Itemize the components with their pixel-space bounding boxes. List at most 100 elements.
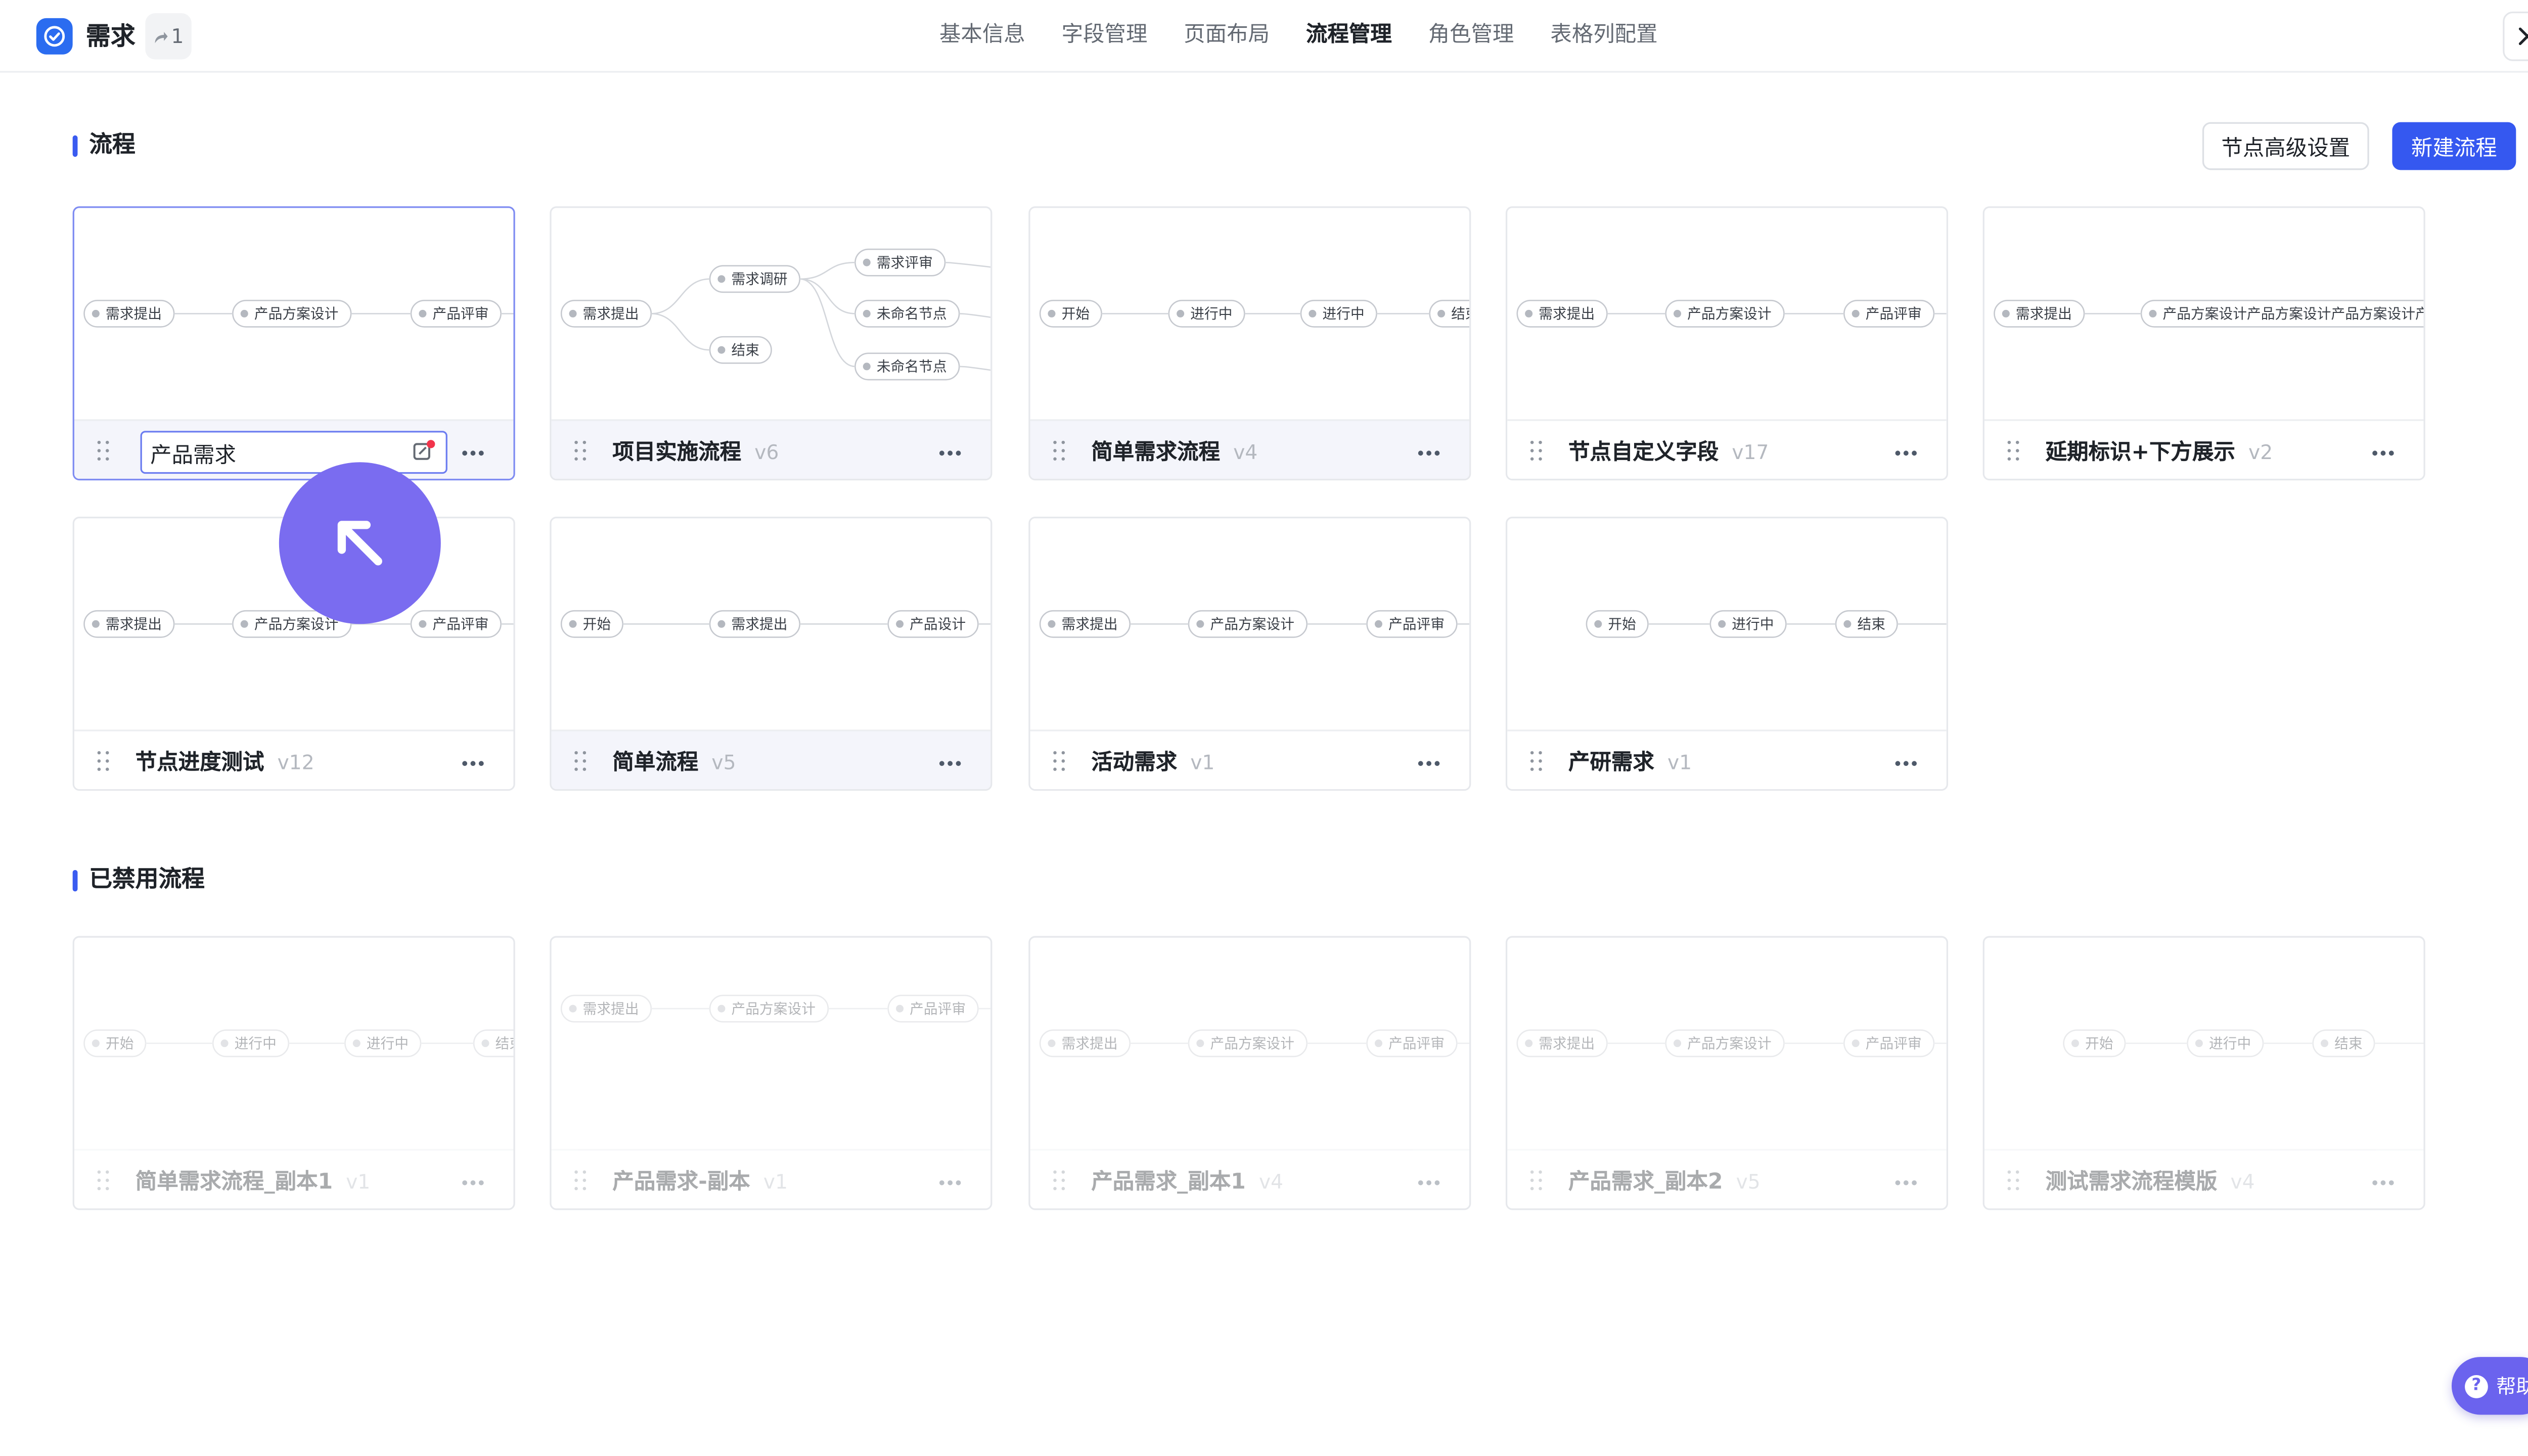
flow-node-label: 产品评审 — [910, 1000, 966, 1017]
flow-card[interactable]: 需求提出 产品方案设计 产品评审 活动需求 v1 — [1028, 517, 1471, 791]
flow-node: 进行中 — [344, 1029, 422, 1058]
ai-edit-icon[interactable] — [413, 439, 436, 463]
flow-version: v4 — [2230, 1170, 2255, 1194]
more-horizontal-icon[interactable] — [939, 1180, 961, 1186]
more-horizontal-icon[interactable] — [1895, 450, 1917, 456]
flow-node: 需求提出 — [709, 610, 801, 638]
flow-name-text: 项目实施流程 — [612, 440, 742, 466]
flow-card[interactable]: 需求提出 产品方案设计产品方案设计产品方案设计产延期标识+下方展示 v2 — [1982, 206, 2425, 481]
flow-name: 节点自定义字段 v17 — [1568, 437, 1769, 469]
flow-node: 产品方案设计 — [232, 299, 352, 328]
drag-handle-icon[interactable] — [1530, 751, 1544, 775]
flow-node: 需求提出 — [1516, 299, 1608, 328]
more-horizontal-icon[interactable] — [1895, 1180, 1917, 1186]
more-horizontal-icon[interactable] — [462, 1180, 484, 1186]
question-circle-icon: ? — [2465, 1374, 2488, 1398]
flow-card[interactable]: 需求提出 需求调研 结束 需求评审 未命名节点 未命名节点 项目实施流程 v6 — [550, 206, 992, 481]
drag-handle-icon[interactable] — [2007, 440, 2021, 464]
more-horizontal-icon[interactable] — [462, 450, 484, 456]
drag-handle-icon[interactable] — [574, 440, 588, 464]
flow-node-label: 开始 — [1608, 616, 1636, 632]
flow-node: 进行中 — [1300, 299, 1377, 328]
top-bar: 需求 1 基本信息 字段管理 页面布局 流程管理 角色管理 表格列配置 — [0, 0, 2528, 73]
drag-handle-icon[interactable] — [1530, 440, 1544, 464]
tab-role-management[interactable]: 角色管理 — [1428, 0, 1514, 73]
flow-preview: 开始 需求提出 产品设计 — [552, 518, 991, 730]
drag-handle-icon[interactable] — [97, 1170, 111, 1194]
flow-card[interactable]: 开始 需求提出 产品设计 简单流程 v5 — [550, 517, 992, 791]
new-flow-button[interactable]: 新建流程 — [2392, 122, 2516, 170]
flow-name: 延期标识+下方展示 v2 — [2046, 437, 2273, 469]
drag-handle-icon[interactable] — [97, 440, 111, 464]
flow-node-label: 需求提出 — [106, 305, 162, 322]
flow-node: 产品方案设计 — [1665, 1029, 1785, 1058]
flow-card[interactable]: 开始 进行中 结束 产研需求 v1 — [1505, 517, 1949, 791]
close-button[interactable] — [2503, 11, 2528, 61]
flow-node: 产品评审 — [410, 299, 502, 328]
flow-diagram: 需求提出 产品方案设计 产品评审 — [560, 994, 991, 1023]
flow-preview: 需求提出 产品方案设计 产品评审 — [552, 938, 991, 1149]
flow-node: 需求提出 — [83, 610, 175, 638]
disabled-flow-card[interactable]: 需求提出 产品方案设计 产品评审 产品需求_副本2 v5 — [1505, 936, 1949, 1210]
flow-diagram: 需求提出 产品方案设计 产品评审 — [83, 299, 514, 328]
node-advanced-settings-button[interactable]: 节点高级设置 — [2202, 122, 2369, 170]
tab-page-layout[interactable]: 页面布局 — [1184, 0, 1270, 73]
flow-diagram: 开始 进行中 结束 — [2063, 1029, 2424, 1058]
drag-handle-icon[interactable] — [2007, 1170, 2021, 1194]
nav-tabs: 基本信息 字段管理 页面布局 流程管理 角色管理 表格列配置 — [921, 0, 1676, 73]
flow-card-footer: 延期标识+下方展示 v2 — [1984, 419, 2424, 479]
disabled-flow-card[interactable]: 需求提出 产品方案设计 产品评审 产品需求_副本1 v4 — [1028, 936, 1471, 1210]
flow-node: 产品评审 — [1843, 299, 1935, 328]
more-horizontal-icon[interactable] — [1895, 761, 1917, 766]
share-arrow-icon — [154, 31, 167, 42]
flow-node-label: 产品方案设计 — [732, 1000, 816, 1017]
flow-preview: 需求提出 产品方案设计产品方案设计产品方案设计产 — [1984, 208, 2424, 419]
more-horizontal-icon[interactable] — [1418, 450, 1440, 456]
flow-name-text: 延期标识+下方展示 — [2045, 440, 2235, 466]
help-button[interactable]: ? 帮助 — [2451, 1357, 2528, 1415]
tab-field-management[interactable]: 字段管理 — [1062, 0, 1148, 73]
more-horizontal-icon[interactable] — [462, 761, 484, 766]
flow-diagram: 开始 进行中 结束 — [1586, 610, 1947, 638]
drag-handle-icon[interactable] — [574, 1170, 588, 1194]
flow-name-text: 节点进度测试 — [135, 751, 264, 776]
flow-name: 测试需求流程模版 v4 — [2046, 1167, 2255, 1199]
flow-card[interactable]: 需求提出 产品方案设计 产品评审 节点自定义字段 v17 — [1505, 206, 1949, 481]
drag-handle-icon[interactable] — [1530, 1170, 1544, 1194]
flow-node: 结束 — [1429, 299, 1470, 328]
flow-version: v4 — [1258, 1170, 1284, 1194]
flow-node-label: 需求提出 — [1062, 616, 1118, 632]
flow-node: 结束 — [473, 1029, 514, 1058]
more-horizontal-icon[interactable] — [2372, 450, 2394, 456]
tab-basic-info[interactable]: 基本信息 — [939, 0, 1025, 73]
flow-version: v4 — [1233, 440, 1258, 464]
share-button[interactable]: 1 — [145, 13, 192, 60]
flow-card[interactable]: 开始 进行中 进行中 结束简单需求流程 v4 — [1028, 206, 1471, 481]
drag-handle-icon[interactable] — [1053, 751, 1066, 775]
flow-version: v1 — [1667, 751, 1692, 775]
disabled-flow-card[interactable]: 开始 进行中 进行中 结束简单需求流程_副本1 v1 — [72, 936, 515, 1210]
flow-node: 开始 — [83, 1029, 147, 1058]
disabled-flow-card[interactable]: 开始 进行中 结束测试需求流程模版 v4 — [1982, 936, 2425, 1210]
flow-name: 项目实施流程 v6 — [612, 437, 779, 469]
tab-table-columns[interactable]: 表格列配置 — [1550, 0, 1657, 73]
flow-name-input[interactable] — [140, 431, 447, 474]
flow-name-text: 节点自定义字段 — [1568, 440, 1719, 466]
flow-node-label: 需求提出 — [106, 616, 162, 632]
more-horizontal-icon[interactable] — [939, 761, 961, 766]
more-horizontal-icon[interactable] — [1418, 1180, 1440, 1186]
tab-flow-management[interactable]: 流程管理 — [1306, 0, 1392, 73]
drag-handle-icon[interactable] — [1053, 440, 1066, 464]
flow-node: 进行中 — [1709, 610, 1787, 638]
flow-card[interactable]: 需求提出 产品方案设计 产品评审 — [72, 206, 515, 481]
drag-handle-icon[interactable] — [574, 751, 588, 775]
drag-handle-icon[interactable] — [1053, 1170, 1066, 1194]
drag-handle-icon[interactable] — [97, 751, 111, 775]
more-horizontal-icon[interactable] — [1418, 761, 1440, 766]
flow-card-footer: 测试需求流程模版 v4 — [1984, 1149, 2424, 1209]
disabled-flow-card[interactable]: 需求提出 产品方案设计 产品评审 产品需求-副本 v1 — [550, 936, 992, 1210]
more-horizontal-icon[interactable] — [2372, 1180, 2394, 1186]
flow-node: 产品评审 — [1843, 1029, 1935, 1058]
more-horizontal-icon[interactable] — [939, 450, 961, 456]
flow-node-label: 产品评审 — [1388, 1035, 1444, 1052]
